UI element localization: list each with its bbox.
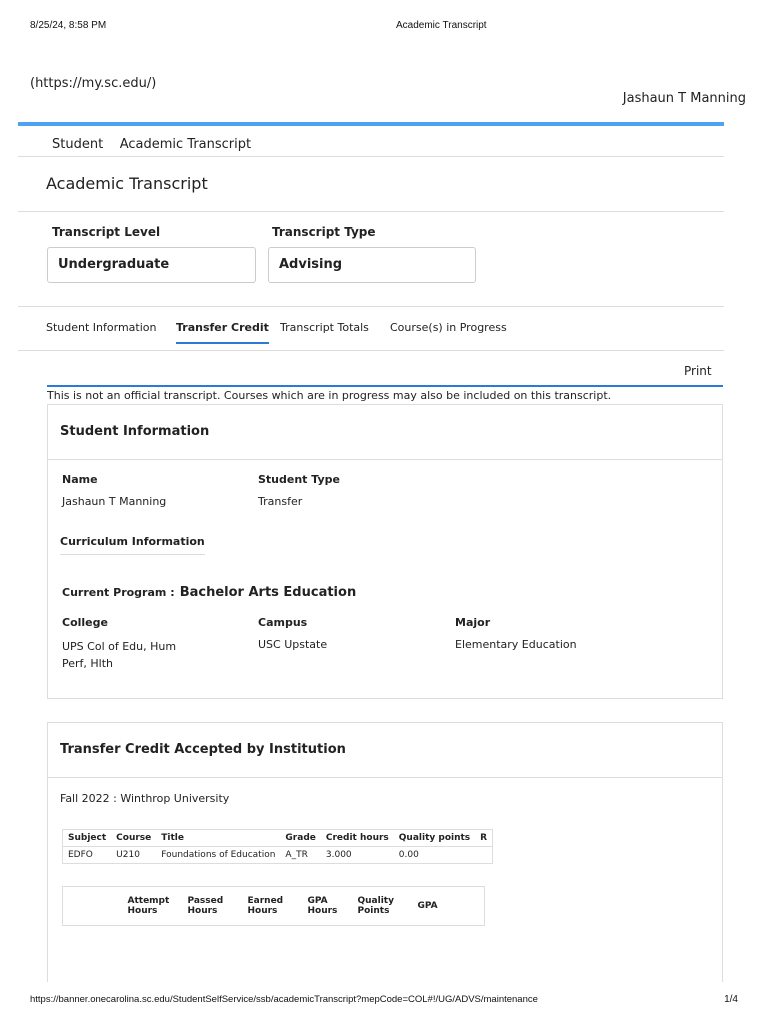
col-grade: Grade — [285, 833, 316, 843]
transfer-heading: Transfer Credit Accepted by Institution — [60, 742, 346, 757]
tab-student-information[interactable]: Student Information — [46, 321, 156, 334]
program-label: Current Program : — [62, 586, 175, 599]
col-r: R — [480, 833, 488, 843]
footer-page: 1/4 — [724, 994, 738, 1005]
transcript-level-select[interactable]: Undergraduate — [47, 247, 256, 283]
cell-title: Foundations of Education — [161, 850, 276, 860]
col-title: Title — [161, 833, 184, 843]
curriculum-label: Curriculum Information — [60, 535, 205, 555]
breadcrumb-student[interactable]: Student — [52, 137, 103, 152]
cell-course: U210 — [116, 850, 140, 860]
cell-quality-points: 0.00 — [398, 850, 419, 860]
cell-subject: EDFO — [68, 850, 93, 860]
cell-r — [475, 847, 492, 864]
totals-col-gpa-hours: GPA Hours — [307, 896, 338, 916]
tab-transcript-totals[interactable]: Transcript Totals — [280, 321, 369, 334]
tab-courses-in-progress[interactable]: Course(s) in Progress — [390, 321, 507, 334]
print-datetime: 8/25/24, 8:58 PM — [30, 20, 107, 31]
transcript-type-select[interactable]: Advising — [268, 247, 476, 283]
transcript-type-label: Transcript Type — [272, 225, 376, 239]
totals-col-passed-hours: Passed Hours — [187, 896, 224, 916]
header-bar — [18, 122, 724, 126]
page-title: Academic Transcript — [46, 174, 208, 193]
college-value: UPS Col of Edu, Hum Perf, Hlth — [62, 640, 177, 670]
current-program: Current Program : Bachelor Arts Educatio… — [62, 581, 356, 600]
totals-col-blank — [63, 887, 123, 926]
col-quality-points: Quality points — [398, 833, 471, 843]
college-label: College — [62, 616, 108, 629]
tab-transfer-credit[interactable]: Transfer Credit — [176, 321, 269, 344]
cell-credit-hours: 3.000 — [325, 850, 352, 860]
footer-url: https://banner.onecarolina.sc.edu/Studen… — [30, 994, 538, 1005]
student-info-heading: Student Information — [60, 424, 210, 439]
totals-header-row: Attempt Hours Passed Hours Earned Hours … — [63, 887, 485, 926]
transfer-totals-table: Attempt Hours Passed Hours Earned Hours … — [62, 886, 485, 926]
breadcrumb-academic-transcript: Academic Transcript — [119, 137, 252, 152]
major-value: Elementary Education — [455, 638, 577, 651]
major-label: Major — [455, 616, 491, 629]
print-button[interactable]: Print — [684, 364, 712, 378]
col-course: Course — [116, 833, 152, 843]
totals-col-attempt-hours: Attempt Hours — [127, 896, 170, 916]
table-row: EDFO U210 Foundations of Education A_TR … — [62, 846, 493, 864]
cell-grade: A_TR — [285, 850, 308, 860]
print-title: Academic Transcript — [396, 20, 487, 31]
campus-value: USC Upstate — [258, 638, 328, 651]
totals-col-earned-hours: Earned Hours — [247, 896, 284, 916]
transfer-course-table: Subject Course Title Grade Credit hours … — [62, 829, 494, 864]
name-value: Jashaun T Manning — [62, 495, 167, 508]
campus-label: Campus — [258, 616, 308, 629]
totals-col-quality-points: Quality Points — [357, 896, 394, 916]
program-value: Bachelor Arts Education — [179, 585, 357, 600]
name-label: Name — [62, 473, 98, 486]
transcript-level-label: Transcript Level — [52, 225, 161, 239]
unofficial-notice: This is not an official transcript. Cour… — [47, 389, 612, 402]
site-link[interactable]: (https://my.sc.edu/) — [30, 76, 156, 91]
table-header-row: Subject Course Title Grade Credit hours … — [63, 830, 493, 847]
transfer-term: Fall 2022 : Winthrop University — [60, 792, 230, 805]
breadcrumb: Student Academic Transcript — [52, 137, 251, 152]
student-information-card: Student Information Name Jashaun T Manni… — [47, 404, 723, 699]
student-type-value: Transfer — [258, 495, 303, 508]
user-name[interactable]: Jashaun T Manning — [623, 91, 746, 106]
totals-col-gpa: GPA — [417, 901, 438, 911]
col-subject: Subject — [68, 833, 107, 843]
col-credit-hours: Credit hours — [325, 833, 389, 843]
print-divider — [47, 385, 723, 387]
student-type-label: Student Type — [258, 473, 340, 486]
